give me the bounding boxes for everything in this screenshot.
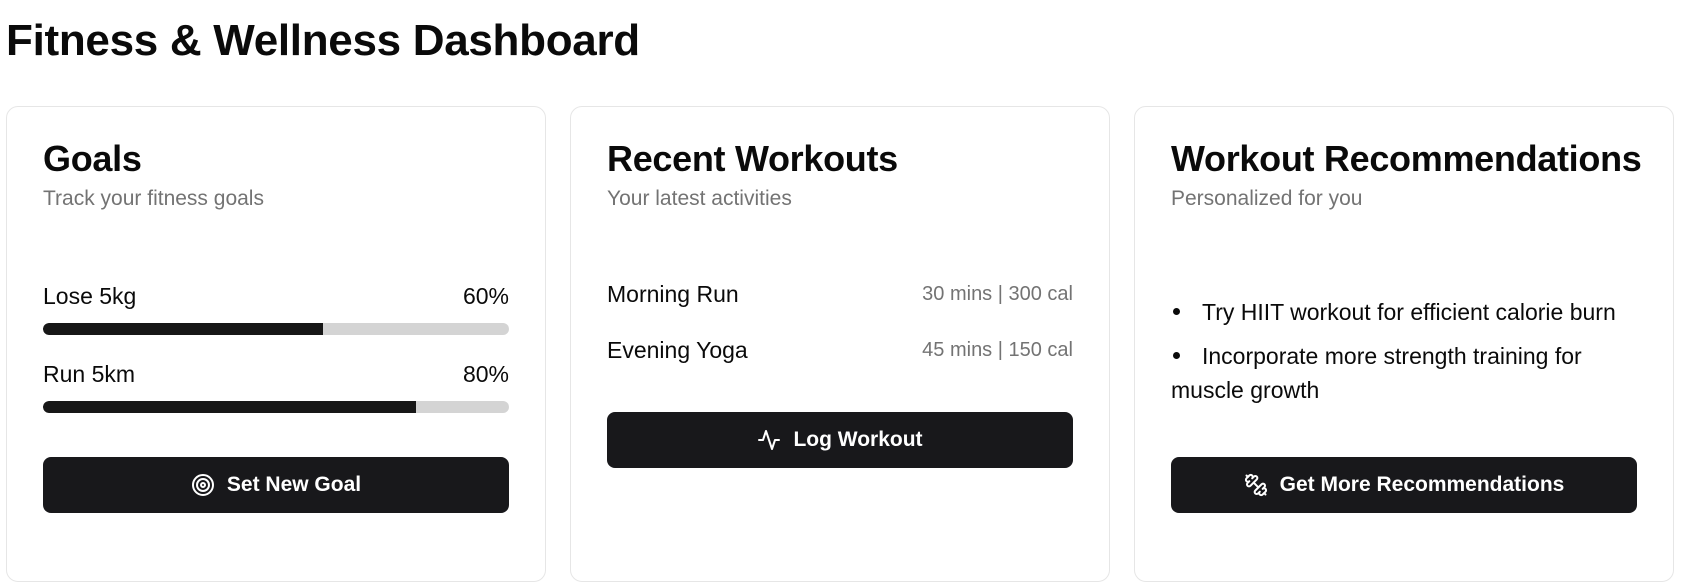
workouts-card-header: Recent Workouts Your latest activities <box>607 137 1073 213</box>
recommendation-text: Incorporate more strength training for m… <box>1171 343 1582 403</box>
set-new-goal-label: Set New Goal <box>226 473 362 496</box>
goals-card: Goals Track your fitness goals Lose 5kg … <box>6 106 546 582</box>
recommendations-card-title: Workout Recommendations <box>1171 138 1642 179</box>
activity-icon <box>757 428 781 452</box>
workout-name: Morning Run <box>607 281 739 307</box>
goal-percent: 80% <box>462 361 509 387</box>
log-workout-label: Log Workout <box>793 428 923 451</box>
recommendation-text: Try HIIT workout for efficient calorie b… <box>1202 299 1616 325</box>
goal-progress-bar <box>43 323 509 335</box>
workouts-card-subtitle: Your latest activities <box>607 187 792 210</box>
goal-item: Lose 5kg 60% <box>43 281 509 335</box>
goal-item: Run 5km 80% <box>43 359 509 413</box>
set-new-goal-button[interactable]: Set New Goal <box>43 457 509 513</box>
get-more-recommendations-label: Get More Recommendations <box>1279 473 1565 496</box>
goals-card-title: Goals <box>43 138 142 179</box>
goal-progress-fill <box>43 401 416 413</box>
workout-item: Evening Yoga 45 mins | 150 cal <box>607 335 1073 365</box>
cards-row: Goals Track your fitness goals Lose 5kg … <box>6 106 1674 582</box>
goal-progress-bar <box>43 401 509 413</box>
goal-percent: 60% <box>462 283 509 309</box>
workout-meta: 30 mins | 300 cal <box>922 283 1073 305</box>
goal-progress-fill <box>43 323 323 335</box>
bullet-icon <box>1173 308 1180 316</box>
workout-name: Evening Yoga <box>607 337 748 363</box>
recommendations-card-header: Workout Recommendations Personalized for… <box>1171 137 1642 213</box>
workouts-card-title: Recent Workouts <box>607 138 898 179</box>
recent-workouts-card: Recent Workouts Your latest activities M… <box>570 106 1110 582</box>
target-icon <box>191 473 215 497</box>
dashboard-page: Fitness & Wellness Dashboard Goals Track… <box>0 0 1684 585</box>
workout-item: Morning Run 30 mins | 300 cal <box>607 279 1073 309</box>
recommendation-item: Incorporate more strength training for m… <box>1171 339 1637 407</box>
recommendations-card-subtitle: Personalized for you <box>1171 187 1363 210</box>
recommendations-list: Try HIIT workout for efficient calorie b… <box>1171 295 1637 417</box>
log-workout-button[interactable]: Log Workout <box>607 412 1073 468</box>
recommendation-item: Try HIIT workout for efficient calorie b… <box>1171 295 1637 329</box>
workout-meta: 45 mins | 150 cal <box>922 339 1073 361</box>
goal-label: Lose 5kg <box>43 283 137 309</box>
recommendations-card: Workout Recommendations Personalized for… <box>1134 106 1674 582</box>
goals-card-header: Goals Track your fitness goals <box>43 137 509 213</box>
goals-card-subtitle: Track your fitness goals <box>43 187 264 210</box>
goal-label: Run 5km <box>43 361 136 387</box>
dumbbell-icon <box>1244 473 1268 497</box>
get-more-recommendations-button[interactable]: Get More Recommendations <box>1171 457 1637 513</box>
page-title: Fitness & Wellness Dashboard <box>6 16 640 65</box>
bullet-icon <box>1173 352 1180 360</box>
